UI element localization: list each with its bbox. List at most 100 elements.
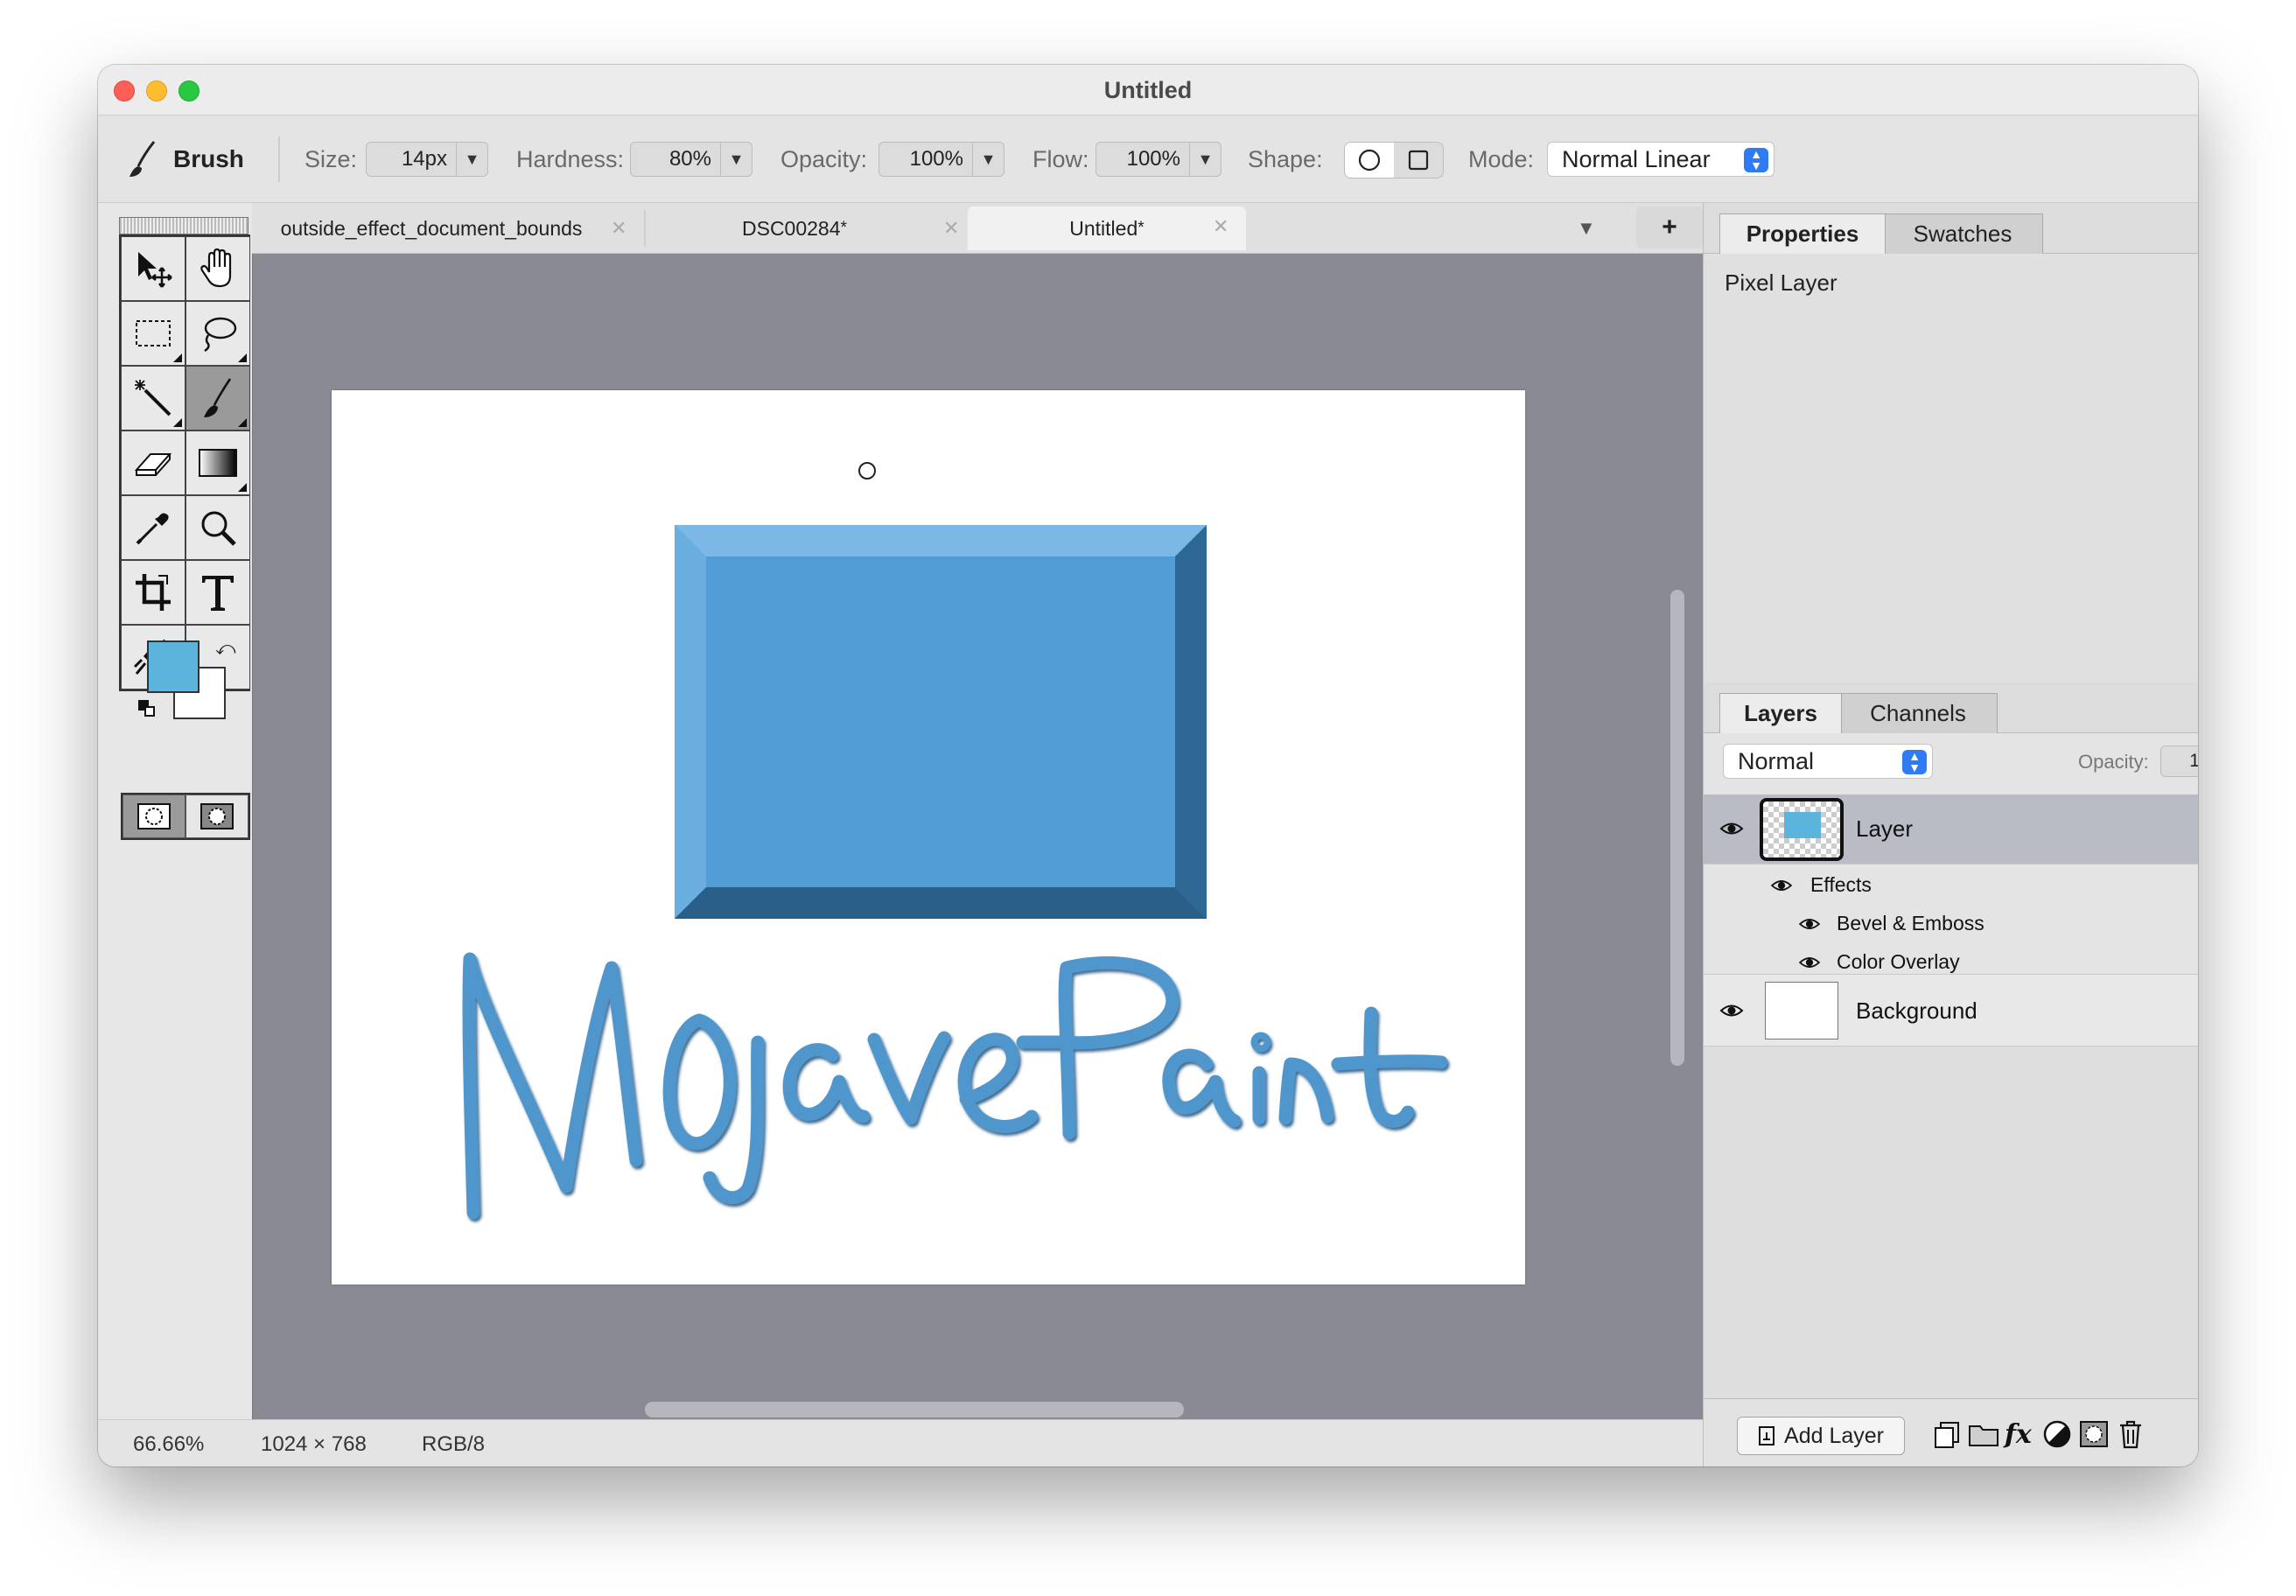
chevron-down-icon[interactable]: ▼ <box>1189 143 1221 176</box>
title-bar: Untitled <box>98 65 2198 116</box>
opacity-combo[interactable]: 100% ▼ <box>878 142 1004 177</box>
delete-layer-button[interactable] <box>2113 1417 2148 1452</box>
vertical-scrollbar[interactable] <box>1670 590 1684 1066</box>
mask-mode-toggle <box>121 793 250 840</box>
zoom-tool[interactable] <box>186 495 250 560</box>
square-shape-button[interactable] <box>1394 143 1443 178</box>
layer-opacity-value: 100% <box>2189 751 2198 771</box>
eye-icon[interactable] <box>1719 1001 1744 1020</box>
marquee-tool[interactable] <box>121 301 186 366</box>
tab-layers[interactable]: Layers <box>1719 693 1842 733</box>
eye-icon[interactable] <box>1719 819 1744 838</box>
type-tool-icon <box>202 576 234 611</box>
svg-text:fx: fx <box>2003 1419 2033 1450</box>
toolbox-grip[interactable] <box>119 217 248 234</box>
horizontal-scrollbar[interactable] <box>645 1402 1184 1418</box>
gradient-tool[interactable] <box>186 430 250 495</box>
canvas-artwork <box>462 462 1448 1220</box>
tab-untitled[interactable]: Untitled * ✕ <box>968 206 1246 250</box>
close-tab-icon[interactable]: ✕ <box>611 217 626 240</box>
layer-row-layer[interactable]: Layer <box>1704 794 2198 864</box>
flow-label: Flow: <box>1032 145 1089 172</box>
effect-color-overlay[interactable]: Color Overlay <box>1837 950 1960 974</box>
properties-tabs: Properties Swatches <box>1704 203 2198 254</box>
submenu-indicator <box>173 354 182 362</box>
canvas-area[interactable] <box>252 254 1703 1419</box>
move-tool[interactable] <box>121 236 186 301</box>
handwriting-mojave-paint <box>462 952 1448 1220</box>
foreground-color[interactable] <box>147 640 200 693</box>
layer-opacity-label: Opacity: <box>2078 751 2149 773</box>
mask-icon <box>2080 1421 2108 1447</box>
hardness-combo[interactable]: 80% ▼ <box>630 142 752 177</box>
tool-name: Brush <box>173 145 244 172</box>
tab-channels[interactable]: Channels <box>1838 693 1998 733</box>
document-canvas[interactable] <box>332 390 1525 1284</box>
chevron-down-icon[interactable]: ▼ <box>972 143 1004 176</box>
tab-dsc00284[interactable]: DSC00284 * <box>654 206 934 250</box>
chevron-down-icon[interactable]: ▼ <box>456 143 487 176</box>
tab-list-dropdown-icon[interactable]: ▼ <box>1577 217 1596 240</box>
blend-mode-select[interactable]: Normal Linear ▲ ▼ <box>1547 142 1774 177</box>
effect-bevel-emboss[interactable]: Bevel & Emboss <box>1837 912 1984 935</box>
hand-tool[interactable] <box>186 236 250 301</box>
folder-icon <box>1969 1425 1998 1446</box>
eye-icon[interactable] <box>1798 954 1821 971</box>
effects-label[interactable]: Effects <box>1810 873 1872 897</box>
eraser-tool[interactable] <box>121 430 186 495</box>
color-swatches: ⤺ <box>131 637 236 737</box>
standard-mode-button[interactable] <box>122 794 186 838</box>
opacity-value: 100% <box>909 147 963 171</box>
crop-tool[interactable] <box>121 560 186 625</box>
duplicate-layer-button[interactable] <box>1929 1417 1964 1452</box>
new-tab-button[interactable]: + <box>1636 206 1703 248</box>
add-layer-label: Add Layer <box>1784 1423 1884 1448</box>
brush-tool-icon <box>204 378 232 417</box>
eyedropper-tool[interactable] <box>121 495 186 560</box>
flow-combo[interactable]: 100% ▼ <box>1096 142 1222 177</box>
shape-label: Shape: <box>1248 145 1323 172</box>
beveled-rectangle <box>675 525 1207 919</box>
size-value: 14px <box>401 147 447 171</box>
eye-icon[interactable] <box>1798 915 1821 933</box>
close-tab-icon[interactable]: ✕ <box>1213 215 1228 238</box>
duplicate-layer-icon <box>1935 1422 1959 1448</box>
tab-properties[interactable]: Properties <box>1719 214 1886 254</box>
hand-tool-icon <box>200 248 232 288</box>
modified-indicator: * <box>1138 219 1144 237</box>
layer-effects-button[interactable]: fx <box>2003 1417 2038 1452</box>
layer-effects-group: Effects Bevel & Emboss Color Overlay <box>1704 864 2198 975</box>
tab-swatches[interactable]: Swatches <box>1882 214 2043 254</box>
close-tab-icon[interactable]: ✕ <box>943 217 959 240</box>
adjustment-icon <box>2043 1420 2071 1448</box>
add-mask-button[interactable] <box>2076 1417 2111 1452</box>
new-group-button[interactable] <box>1966 1417 2001 1452</box>
swap-colors-icon[interactable]: ⤺ <box>215 637 236 660</box>
default-colors-icon[interactable] <box>138 700 158 719</box>
quick-mask-icon <box>200 803 234 830</box>
brush-tool[interactable] <box>186 366 250 430</box>
tab-outside-effect-document-bounds[interactable]: outside_effect_document_bounds <box>252 206 611 250</box>
trash-icon <box>2120 1420 2141 1449</box>
layer-opacity-combo[interactable]: 100% ▼ <box>2160 746 2198 777</box>
round-shape-button[interactable] <box>1345 143 1394 178</box>
magic-wand-tool[interactable] <box>121 366 186 430</box>
chevron-down-icon[interactable]: ▼ <box>720 143 752 176</box>
right-panel: Properties Swatches Pixel Layer Layers C… <box>1703 203 2198 1466</box>
layer-thumbnail <box>1765 982 1838 1040</box>
type-tool[interactable] <box>186 560 250 625</box>
app-window: Untitled Brush Size: 14px ▼ Hardness: 80… <box>98 65 2198 1466</box>
eye-icon[interactable] <box>1770 877 1793 894</box>
adjustment-layer-button[interactable] <box>2040 1417 2075 1452</box>
add-layer-button[interactable]: Add Layer <box>1737 1417 1905 1455</box>
size-combo[interactable]: 14px ▼ <box>366 142 488 177</box>
square-icon <box>1408 150 1429 171</box>
zoom-level: 66.66% <box>133 1432 205 1456</box>
quick-mask-mode-button[interactable] <box>186 794 248 838</box>
current-tool-indicator: Brush <box>128 116 244 203</box>
flow-value: 100% <box>1126 147 1180 171</box>
layer-blend-mode-select[interactable]: Normal ▲ ▼ <box>1723 744 1933 779</box>
layer-row-background[interactable]: Background <box>1704 975 2198 1046</box>
lasso-tool[interactable] <box>186 301 250 366</box>
brush-icon <box>130 141 156 177</box>
